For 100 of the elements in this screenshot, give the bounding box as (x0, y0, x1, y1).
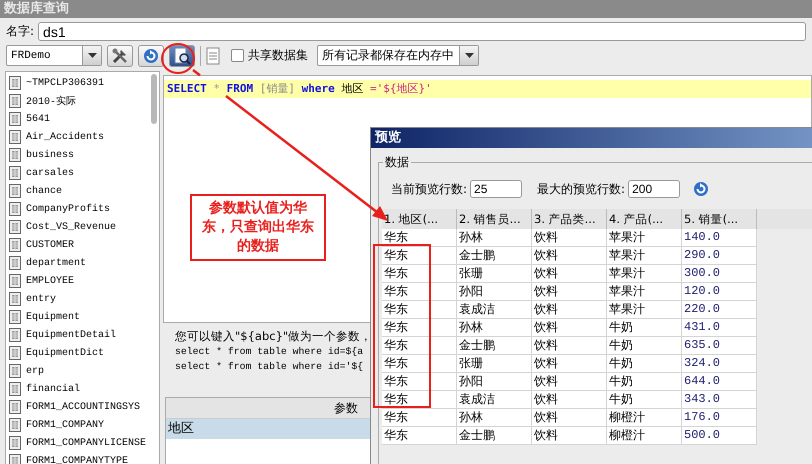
table-name[interactable]: FORM1_ACCOUNTINGSYS (26, 402, 140, 412)
scrollbar-thumb[interactable] (151, 74, 157, 124)
table-name[interactable]: 5641 (26, 114, 50, 124)
table-icon (9, 454, 21, 464)
share-checkbox[interactable] (231, 49, 244, 62)
table-cell: 苹果汁 (607, 283, 682, 300)
table-icon (9, 346, 21, 360)
table-icon (9, 112, 21, 126)
table-cell: 500.0 (682, 427, 757, 444)
refresh-icon (143, 48, 159, 64)
max-rows-field[interactable]: 200 (628, 180, 680, 198)
preview-button[interactable] (169, 44, 195, 66)
table-name[interactable]: entry (26, 294, 56, 304)
table-cell: 华东 (382, 373, 457, 390)
table-icon (9, 76, 21, 90)
table-cell: 343.0 (682, 391, 757, 408)
table-cell: 华东 (382, 229, 457, 246)
table-cell: 苹果汁 (607, 301, 682, 318)
name-field[interactable]: ds1 (38, 22, 806, 41)
table-cell: 饮料 (532, 301, 607, 318)
table-name[interactable]: EMPLOYEE (26, 276, 74, 286)
table-icon (9, 166, 21, 180)
table-name[interactable]: Equipment (26, 312, 80, 322)
table-cell: 牛奶 (607, 391, 682, 408)
table-cell: 金士鹏 (457, 247, 532, 264)
table-icon (9, 274, 21, 288)
table-cell: 120.0 (682, 283, 757, 300)
table-name[interactable]: FORM1_COMPANYTYPE (26, 456, 128, 464)
table-name[interactable]: CUSTOMER (26, 240, 74, 250)
table-cell: 柳橙汁 (607, 409, 682, 426)
table-cell: 华东 (382, 265, 457, 282)
table-cell: 袁成洁 (457, 301, 532, 318)
table-cell: 饮料 (532, 229, 607, 246)
table-cell: 635.0 (682, 337, 757, 354)
example-code: select * from table where id='${ (175, 360, 364, 374)
table-icon (9, 94, 21, 108)
table-cell: 金士鹏 (457, 427, 532, 444)
caret-icon (88, 53, 96, 58)
table-cell: 华东 (382, 319, 457, 336)
table-icon (9, 400, 21, 414)
table-name[interactable]: EquipmentDetail (26, 330, 116, 340)
table-cell: 华东 (382, 391, 457, 408)
annotation-text: 参数默认值为华东，只查询出华东的数据 (190, 194, 326, 261)
table-cell: 饮料 (532, 409, 607, 426)
table-name[interactable]: 2010-实际 (26, 94, 76, 108)
table-name[interactable]: FORM1_COMPANYLICENSE (26, 438, 146, 448)
table-icon (9, 148, 21, 162)
table-icon (9, 382, 21, 396)
table-cell: 牛奶 (607, 373, 682, 390)
table-name[interactable]: ~TMPCLP306391 (26, 78, 104, 88)
table-cell: 300.0 (682, 265, 757, 282)
caret-icon (464, 53, 474, 58)
column-header: 参数 (334, 400, 358, 416)
table-cell: 644.0 (682, 373, 757, 390)
example-code: select * from table where id=${a (175, 345, 364, 359)
table-cell: 柳橙汁 (607, 427, 682, 444)
parameter-row[interactable]: 地区 (166, 419, 370, 439)
table-cell: 孙林 (457, 229, 532, 246)
table-cell: 饮料 (532, 373, 607, 390)
table-icon (9, 364, 21, 378)
tools-button[interactable] (107, 44, 133, 66)
table-cell: 苹果汁 (607, 265, 682, 282)
table-icon (9, 310, 21, 324)
refresh-button[interactable] (138, 44, 164, 66)
table-cell: 孙林 (457, 409, 532, 426)
table-cell: 饮料 (532, 427, 607, 444)
refresh-icon[interactable] (693, 181, 710, 197)
table-icon (9, 130, 21, 144)
table-cell: 牛奶 (607, 337, 682, 354)
document-icon[interactable] (206, 46, 220, 64)
table-cell: 牛奶 (607, 355, 682, 372)
table-cell: 176.0 (682, 409, 757, 426)
table-cell: 苹果汁 (607, 229, 682, 246)
table-name[interactable]: chance (26, 186, 62, 196)
table-name[interactable]: carsales (26, 168, 74, 178)
table-cell: 431.0 (682, 319, 757, 336)
table-name[interactable]: Air_Accidents (26, 132, 104, 142)
table-name[interactable]: erp (26, 366, 44, 376)
current-rows-field[interactable]: 25 (470, 180, 522, 198)
table-cell: 孙阳 (457, 283, 532, 300)
table-cell: 孙阳 (457, 373, 532, 390)
wrench-hammer-icon (111, 46, 129, 64)
table-cell: 饮料 (532, 355, 607, 372)
table-cell: 饮料 (532, 391, 607, 408)
storage-dropdown[interactable]: 所有记录都保存在内存中 (317, 45, 479, 66)
table-icon (9, 418, 21, 432)
table-cell: 苹果汁 (607, 247, 682, 264)
table-icon (9, 256, 21, 270)
table-cell: 华东 (382, 427, 457, 444)
table-name[interactable]: business (26, 150, 74, 160)
table-name[interactable]: EquipmentDict (26, 348, 104, 358)
table-cell: 华东 (382, 247, 457, 264)
table-name[interactable]: department (26, 258, 86, 268)
name-label: 名字: (6, 23, 34, 40)
table-name[interactable]: financial (26, 384, 80, 394)
table-cell: 华东 (382, 283, 457, 300)
table-name[interactable]: FORM1_COMPANY (26, 420, 104, 430)
table-name[interactable]: CompanyProfits (26, 204, 110, 214)
connection-dropdown[interactable]: FRDemo (6, 45, 102, 66)
table-name[interactable]: Cost_VS_Revenue (26, 222, 116, 232)
